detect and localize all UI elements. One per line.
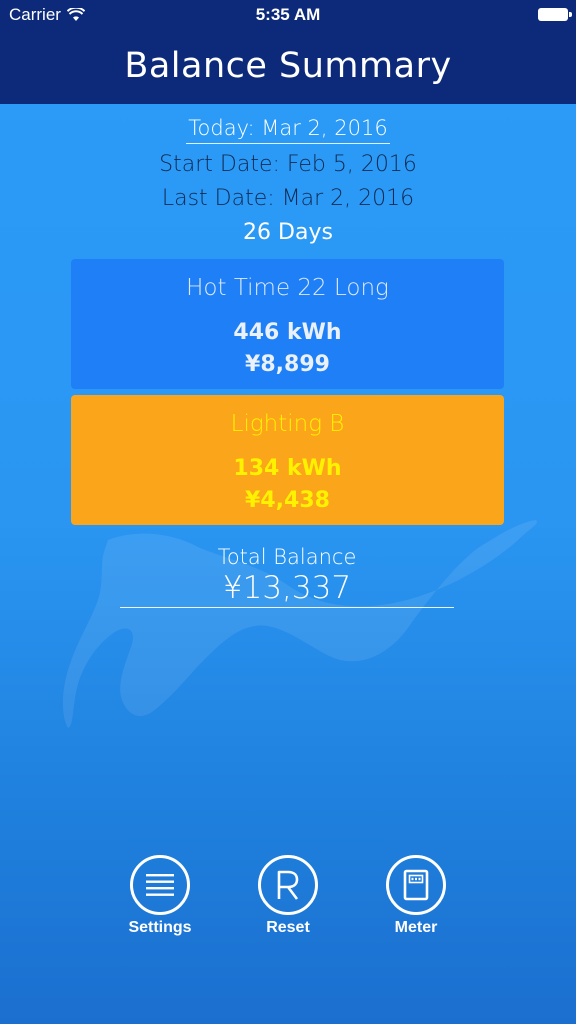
plan-card-hot-time[interactable]: Hot Time 22 Long 446 kWh ¥8,899 <box>71 259 504 389</box>
navigation-bar: Balance Summary <box>0 32 576 104</box>
status-bar: Carrier 5:35 AM <box>0 0 576 32</box>
total-value: ¥13,337 <box>222 570 352 606</box>
settings-button[interactable]: Settings <box>115 855 205 937</box>
last-date: Last Date: Mar 2, 2016 <box>161 186 415 211</box>
reset-label: Reset <box>266 919 310 936</box>
today-date: Today: Mar 2, 2016 <box>186 116 390 144</box>
battery-icon <box>538 8 572 21</box>
plan-name: Hot Time 22 Long <box>186 275 389 301</box>
r-letter-icon <box>277 870 299 900</box>
plan-kwh: 446 kWh <box>233 320 342 345</box>
list-lines-icon <box>146 874 174 896</box>
summary-section: Today: Mar 2, 2016 Start Date: Feb 5, 20… <box>0 104 576 250</box>
page-title: Balance Summary <box>124 46 452 86</box>
meter-label: Meter <box>394 919 438 936</box>
status-time: 5:35 AM <box>255 5 321 24</box>
plan-kwh: 134 kWh <box>233 456 342 481</box>
settings-label: Settings <box>128 919 192 936</box>
total-label: Total Balance <box>217 545 357 569</box>
plan-name: Lighting B <box>230 411 345 437</box>
meter-device-icon <box>403 869 429 901</box>
plan-cost: ¥8,899 <box>245 352 330 377</box>
reset-button[interactable]: Reset <box>243 855 333 937</box>
bottom-toolbar: Settings Reset Meter <box>0 855 576 945</box>
settings-button-circle[interactable] <box>130 855 190 915</box>
meter-button[interactable]: Meter <box>371 855 461 937</box>
days-count: 26 Days <box>243 220 333 245</box>
start-date: Start Date: Feb 5, 2016 <box>159 152 417 177</box>
plan-cost: ¥4,438 <box>245 488 330 513</box>
plan-card-lighting[interactable]: Lighting B 134 kWh ¥4,438 <box>71 395 504 525</box>
meter-button-circle[interactable] <box>386 855 446 915</box>
total-balance: Total Balance ¥13,337 <box>120 543 454 608</box>
reset-button-circle[interactable] <box>258 855 318 915</box>
